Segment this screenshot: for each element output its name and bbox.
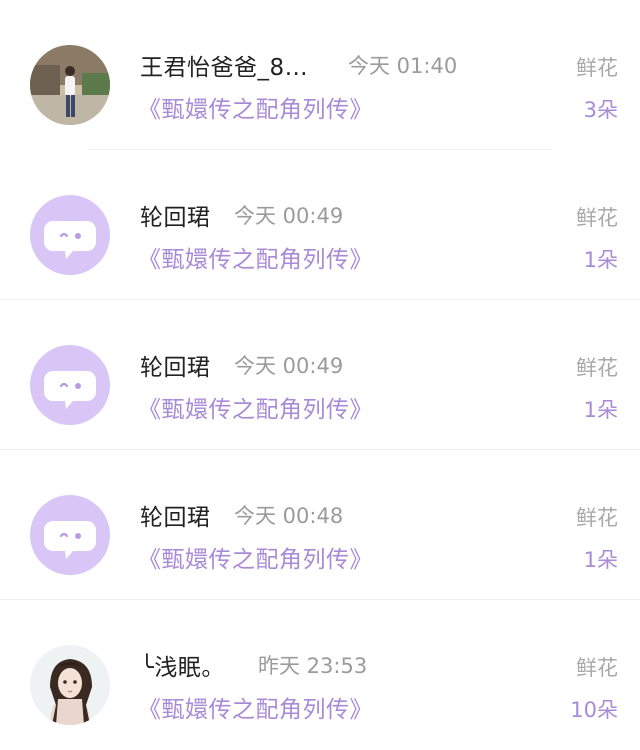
anime-girl-avatar-icon bbox=[30, 645, 110, 725]
avatar[interactable] bbox=[30, 495, 110, 575]
gift-type-label: 鲜花 bbox=[576, 56, 618, 80]
username[interactable]: 轮回珺 bbox=[140, 498, 211, 532]
list-item[interactable]: ╰浅眠。 昨天 23:53 《甄嬛传之配角列传》 鲜花 10朵 bbox=[0, 600, 640, 750]
timestamp: 今天 00:48 bbox=[234, 504, 344, 528]
username[interactable]: 轮回珺 bbox=[140, 198, 211, 232]
gift-type-label: 鲜花 bbox=[576, 506, 618, 530]
username[interactable]: ╰浅眠。 bbox=[140, 648, 225, 682]
timestamp: 昨天 23:53 bbox=[258, 654, 368, 678]
avatar[interactable] bbox=[30, 195, 110, 275]
gift-record-list: 王君怡爸爸_8… 今天 01:40 《甄嬛传之配角列传》 鲜花 3朵 轮回珺 今… bbox=[0, 0, 640, 744]
gift-count: 10朵 bbox=[570, 698, 618, 722]
book-title-link[interactable]: 《甄嬛传之配角列传》 bbox=[138, 390, 373, 424]
username[interactable]: 王君怡爸爸_8… bbox=[140, 48, 308, 82]
gift-count: 1朵 bbox=[583, 548, 618, 572]
user-photo-icon bbox=[30, 45, 110, 125]
timestamp: 今天 01:40 bbox=[348, 54, 458, 78]
username[interactable]: 轮回珺 bbox=[140, 348, 211, 382]
book-title-link[interactable]: 《甄嬛传之配角列传》 bbox=[138, 90, 373, 124]
book-title-link[interactable]: 《甄嬛传之配角列传》 bbox=[138, 690, 373, 724]
timestamp: 今天 00:49 bbox=[234, 204, 344, 228]
gift-count: 1朵 bbox=[583, 248, 618, 272]
chat-bubble-icon bbox=[44, 221, 96, 259]
book-title-link[interactable]: 《甄嬛传之配角列传》 bbox=[138, 240, 373, 274]
gift-count: 1朵 bbox=[583, 398, 618, 422]
gift-type-label: 鲜花 bbox=[576, 656, 618, 680]
avatar[interactable] bbox=[30, 345, 110, 425]
gift-count: 3朵 bbox=[583, 98, 618, 122]
list-item[interactable]: 轮回珺 今天 00:48 《甄嬛传之配角列传》 鲜花 1朵 bbox=[0, 450, 640, 600]
list-item[interactable]: 轮回珺 今天 00:49 《甄嬛传之配角列传》 鲜花 1朵 bbox=[0, 300, 640, 450]
list-item[interactable]: 王君怡爸爸_8… 今天 01:40 《甄嬛传之配角列传》 鲜花 3朵 bbox=[0, 0, 640, 150]
gift-type-label: 鲜花 bbox=[576, 206, 618, 230]
timestamp: 今天 00:49 bbox=[234, 354, 344, 378]
gift-type-label: 鲜花 bbox=[576, 356, 618, 380]
chat-bubble-icon bbox=[44, 521, 96, 559]
list-item[interactable]: 轮回珺 今天 00:49 《甄嬛传之配角列传》 鲜花 1朵 bbox=[0, 150, 640, 300]
avatar[interactable] bbox=[30, 45, 110, 125]
book-title-link[interactable]: 《甄嬛传之配角列传》 bbox=[138, 540, 373, 574]
avatar[interactable] bbox=[30, 645, 110, 725]
chat-bubble-icon bbox=[44, 371, 96, 409]
